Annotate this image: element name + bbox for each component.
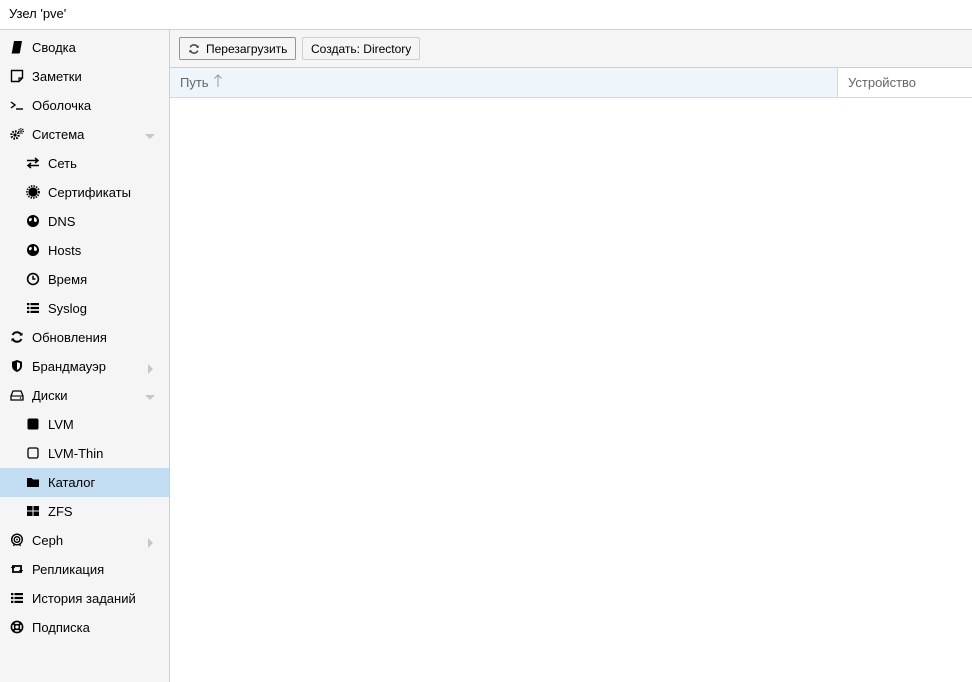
sidebar-item-syslog[interactable]: Syslog xyxy=(0,294,169,323)
sidebar-item-lvm-thin[interactable]: LVM-Thin xyxy=(0,439,169,468)
sidebar-item-shell[interactable]: Оболочка xyxy=(0,91,169,120)
certificate-icon xyxy=(26,185,40,199)
note-icon xyxy=(10,69,24,83)
folder-icon xyxy=(26,475,40,489)
sidebar-item-notes[interactable]: Заметки xyxy=(0,62,169,91)
chevron-right-icon[interactable] xyxy=(145,536,155,548)
sidebar-nav: Сводка Заметки Оболочка Система Сеть Сер… xyxy=(0,30,170,682)
main-panel: Перезагрузить Создать: Directory Путь Ус… xyxy=(170,30,972,682)
refresh-icon xyxy=(10,330,24,344)
square-icon xyxy=(26,417,40,431)
node-title: Узел 'pve' xyxy=(9,6,67,21)
create-directory-button[interactable]: Создать: Directory xyxy=(302,37,421,60)
sidebar-item-subscription[interactable]: Подписка xyxy=(0,613,169,642)
sidebar-item-lvm[interactable]: LVM xyxy=(0,410,169,439)
sidebar-item-hosts[interactable]: Hosts xyxy=(0,236,169,265)
grid-body xyxy=(170,98,972,682)
retweet-icon xyxy=(10,562,24,576)
reload-button[interactable]: Перезагрузить xyxy=(179,37,297,60)
column-header-device[interactable]: Устройство xyxy=(838,68,972,97)
chevron-down-icon[interactable] xyxy=(145,130,155,140)
create-directory-button-label: Создать: Directory xyxy=(311,41,412,56)
terminal-icon xyxy=(10,98,24,112)
ceph-icon xyxy=(10,533,24,547)
reload-button-label: Перезагрузить xyxy=(206,41,288,56)
support-icon xyxy=(10,620,24,634)
list-icon xyxy=(26,301,40,315)
chevron-down-icon[interactable] xyxy=(145,391,155,401)
column-header-device-label: Устройство xyxy=(848,75,917,90)
gears-icon xyxy=(10,127,24,141)
hdd-icon xyxy=(10,388,24,402)
refresh-icon xyxy=(188,43,200,55)
sidebar-item-zfs[interactable]: ZFS xyxy=(0,497,169,526)
sidebar-item-time[interactable]: Время xyxy=(0,265,169,294)
clock-icon xyxy=(26,272,40,286)
square-outline-icon xyxy=(26,446,40,460)
sidebar-item-ceph[interactable]: Ceph xyxy=(0,526,169,555)
column-header-path-label: Путь xyxy=(180,75,209,90)
chevron-right-icon[interactable] xyxy=(145,362,155,374)
globe-icon xyxy=(26,243,40,257)
column-header-path[interactable]: Путь xyxy=(170,68,838,97)
sort-ascending-icon xyxy=(213,74,223,88)
sidebar-item-directory[interactable]: Каталог xyxy=(0,468,169,497)
sidebar-item-updates[interactable]: Обновления xyxy=(0,323,169,352)
grid-icon xyxy=(26,504,40,518)
shield-icon xyxy=(10,359,24,373)
sidebar-item-summary[interactable]: Сводка xyxy=(0,33,169,62)
globe-icon xyxy=(26,214,40,228)
list-icon xyxy=(10,591,24,605)
sidebar-item-disks[interactable]: Диски xyxy=(0,381,169,410)
sidebar-item-certificates[interactable]: Сертификаты xyxy=(0,178,169,207)
sidebar-item-system[interactable]: Система xyxy=(0,120,169,149)
titlebar: Узел 'pve' xyxy=(0,0,972,30)
grid-header: Путь Устройство xyxy=(170,67,972,98)
sidebar-item-dns[interactable]: DNS xyxy=(0,207,169,236)
sidebar-item-task-history[interactable]: История заданий xyxy=(0,584,169,613)
sidebar-item-firewall[interactable]: Брандмауэр xyxy=(0,352,169,381)
exchange-icon xyxy=(26,156,40,170)
book-icon xyxy=(10,40,24,54)
toolbar: Перезагрузить Создать: Directory xyxy=(170,30,972,67)
sidebar-item-network[interactable]: Сеть xyxy=(0,149,169,178)
sidebar-item-replication[interactable]: Репликация xyxy=(0,555,169,584)
